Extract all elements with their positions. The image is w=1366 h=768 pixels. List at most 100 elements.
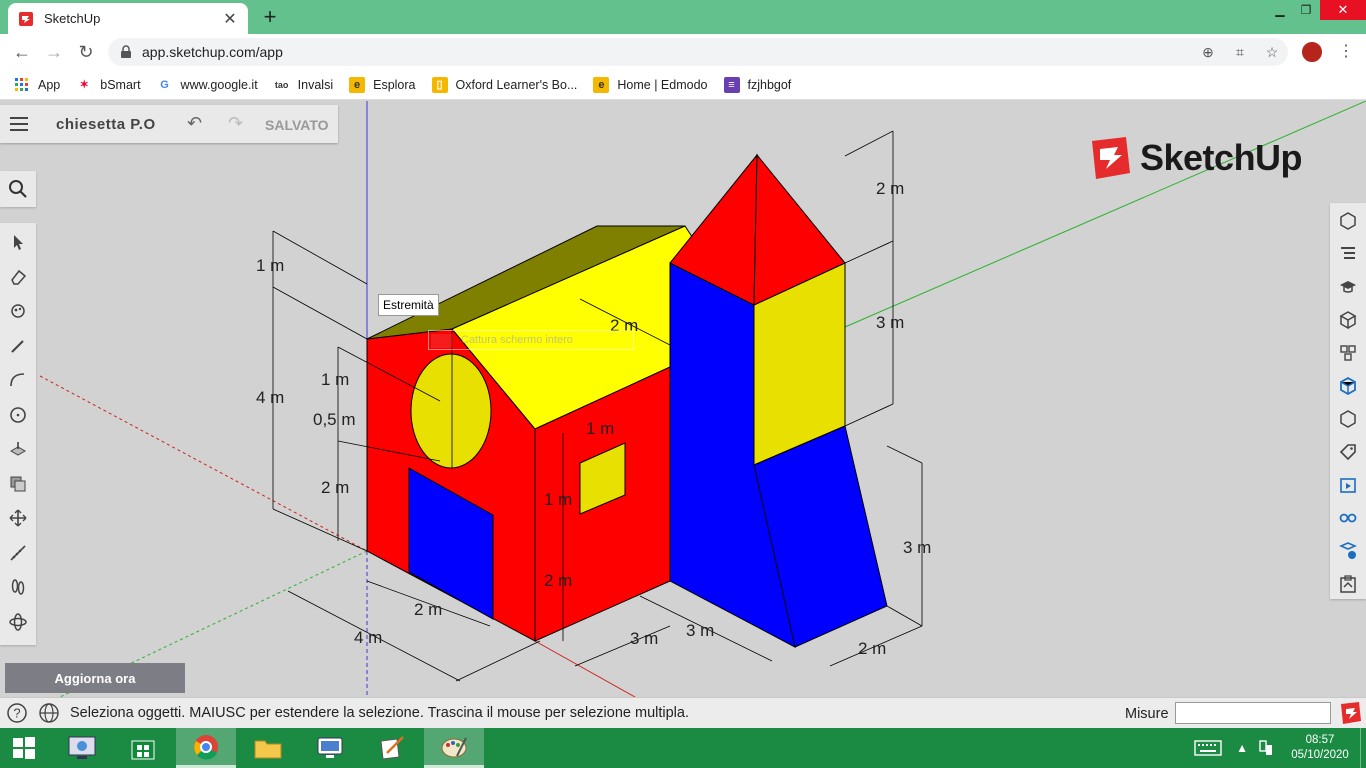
taskbar-app-monitor[interactable] [300, 728, 360, 768]
taskbar-app-explorer[interactable] [238, 728, 298, 768]
views-button[interactable] [1330, 534, 1366, 567]
lock-icon [121, 45, 131, 58]
bookmark-fzjhbgof[interactable]: ≡ fzjhbgof [723, 76, 791, 93]
bookmark-label: bSmart [100, 77, 141, 92]
dim-label: 3 m [903, 538, 931, 557]
bookmark-star-icon[interactable]: ☆ [1264, 44, 1280, 60]
tray-chevron-icon[interactable]: ▲ [1236, 741, 1248, 755]
arc-tool[interactable] [0, 363, 36, 397]
taskbar-app-store[interactable] [113, 728, 173, 768]
move-tool[interactable] [0, 501, 36, 535]
new-tab-button[interactable]: + [258, 5, 282, 29]
search-button[interactable] [0, 171, 36, 207]
scenes-button[interactable] [1330, 402, 1366, 435]
taskbar-app-paint[interactable] [424, 728, 484, 768]
zoom-icon[interactable]: ⊕ [1200, 44, 1216, 60]
bookmark-bsmart[interactable]: ✶ bSmart [76, 77, 141, 93]
reload-button[interactable]: ↻ [74, 40, 98, 64]
keyboard-icon[interactable] [1194, 739, 1222, 757]
dim-label: 3 m [876, 313, 904, 332]
browser-menu-icon[interactable]: ⋮ [1338, 40, 1354, 64]
translate-icon[interactable]: ⌗ [1232, 44, 1248, 60]
notifications-button[interactable] [1360, 728, 1366, 768]
tags-button[interactable] [1330, 435, 1366, 468]
minimize-button[interactable]: ▁ [1266, 0, 1294, 22]
undo-icon[interactable]: ↶ [187, 113, 202, 134]
update-now-button[interactable]: Aggiorna ora [5, 663, 185, 693]
offset-tool[interactable] [0, 467, 36, 501]
push-pull-tool[interactable] [0, 432, 36, 466]
paint-tool[interactable] [0, 294, 36, 328]
pencil-tool[interactable] [0, 329, 36, 363]
browser-tab-strip: SketchUp ✕ + ▁ ❐ ✕ [0, 0, 1366, 34]
start-button[interactable] [0, 728, 48, 768]
document-header: chiesetta P.O ↶ ↷ SALVATO [0, 105, 338, 143]
outliner-button[interactable] [1330, 237, 1366, 270]
bookmark-label: Home | Edmodo [617, 77, 708, 92]
tab-close-icon[interactable]: ✕ [222, 9, 238, 29]
url-text: app.sketchup.com/app [142, 44, 283, 60]
profile-avatar[interactable] [1300, 40, 1324, 64]
status-message: Seleziona oggetti. MAIUSC per estendere … [70, 705, 689, 721]
restore-button[interactable]: ❐ [1292, 0, 1320, 22]
round-window[interactable] [410, 353, 492, 469]
taskbar-app-notes[interactable] [362, 728, 422, 768]
menu-icon[interactable] [10, 117, 30, 131]
walk-tool[interactable] [0, 570, 36, 604]
help-icon[interactable]: ? [6, 702, 28, 724]
taskbar-app-remote[interactable] [52, 728, 112, 768]
bookmark-label: App [38, 77, 61, 92]
move-icon [9, 509, 27, 527]
network-icon[interactable] [1258, 739, 1274, 757]
window-close-button[interactable]: ✕ [1320, 0, 1366, 20]
instructor-icon [1340, 280, 1356, 293]
display-button[interactable] [1330, 501, 1366, 534]
svg-text:?: ? [13, 706, 20, 721]
bookmarks-bar: App ✶ bSmart G www.google.it tao Invalsi… [0, 70, 1366, 100]
ghost-text: Cattura schermo intero [461, 334, 573, 346]
bookmark-app[interactable]: App [14, 77, 60, 93]
tao-icon: tao [274, 79, 289, 90]
materials-button[interactable] [1330, 336, 1366, 369]
system-tray: ▲ 08:57 05/10/2020 [1194, 728, 1366, 768]
model-viewport[interactable]: 1 m 4 m 1 m 0,5 m 2 m 2 m 4 m 2 m 1 m 1 … [0, 101, 1366, 697]
select-tool[interactable] [0, 225, 36, 259]
circle-tool[interactable] [0, 398, 36, 432]
inference-tooltip: Estremità [378, 294, 439, 316]
animation-icon [1340, 477, 1356, 493]
clock-time: 08:57 [1305, 734, 1335, 746]
back-button[interactable]: ← [10, 40, 34, 64]
dim-label: 1 m [256, 256, 284, 275]
redo-icon[interactable]: ↷ [228, 113, 243, 134]
outliner-icon [1341, 246, 1355, 259]
browser-toolbar: ← → ↻ app.sketchup.com/app ⊕ ⌗ ☆ [0, 34, 1366, 70]
arc-icon [10, 373, 25, 387]
solid-inspector-button[interactable] [1330, 567, 1366, 600]
bookmark-google[interactable]: G www.google.it [157, 77, 257, 93]
google-icon: G [160, 78, 169, 91]
chapel-model[interactable] [366, 153, 888, 648]
instructor-button[interactable] [1330, 270, 1366, 303]
bookmark-esplora[interactable]: e Esplora [349, 76, 416, 93]
measurements-input[interactable] [1175, 702, 1331, 724]
animation-button[interactable] [1330, 468, 1366, 501]
taskbar-clock[interactable]: 08:57 05/10/2020 [1280, 733, 1360, 763]
bookmark-oxford[interactable]: ▯ Oxford Learner's Bo... [431, 76, 577, 93]
address-bar[interactable]: app.sketchup.com/app ⊕ ⌗ ☆ [108, 38, 1288, 66]
globe-icon[interactable] [38, 702, 60, 724]
bookmark-edmodo[interactable]: e Home | Edmodo [593, 76, 708, 93]
bookmark-invalsi[interactable]: tao Invalsi [274, 77, 333, 93]
sketchup-mini-icon[interactable] [1339, 701, 1363, 725]
search-icon [9, 180, 27, 198]
browser-tab[interactable]: SketchUp ✕ [8, 3, 248, 34]
document-name[interactable]: chiesetta P.O [56, 116, 156, 133]
components-button[interactable] [1330, 303, 1366, 336]
tape-measure-tool[interactable] [0, 536, 36, 570]
entity-info-button[interactable] [1330, 204, 1366, 237]
forward-button[interactable]: → [42, 40, 66, 64]
orbit-tool[interactable] [0, 605, 36, 639]
styles-button[interactable] [1330, 369, 1366, 402]
eraser-tool[interactable] [0, 260, 36, 294]
dim-label: 0,5 m [313, 410, 356, 429]
taskbar-app-chrome[interactable] [176, 728, 236, 768]
